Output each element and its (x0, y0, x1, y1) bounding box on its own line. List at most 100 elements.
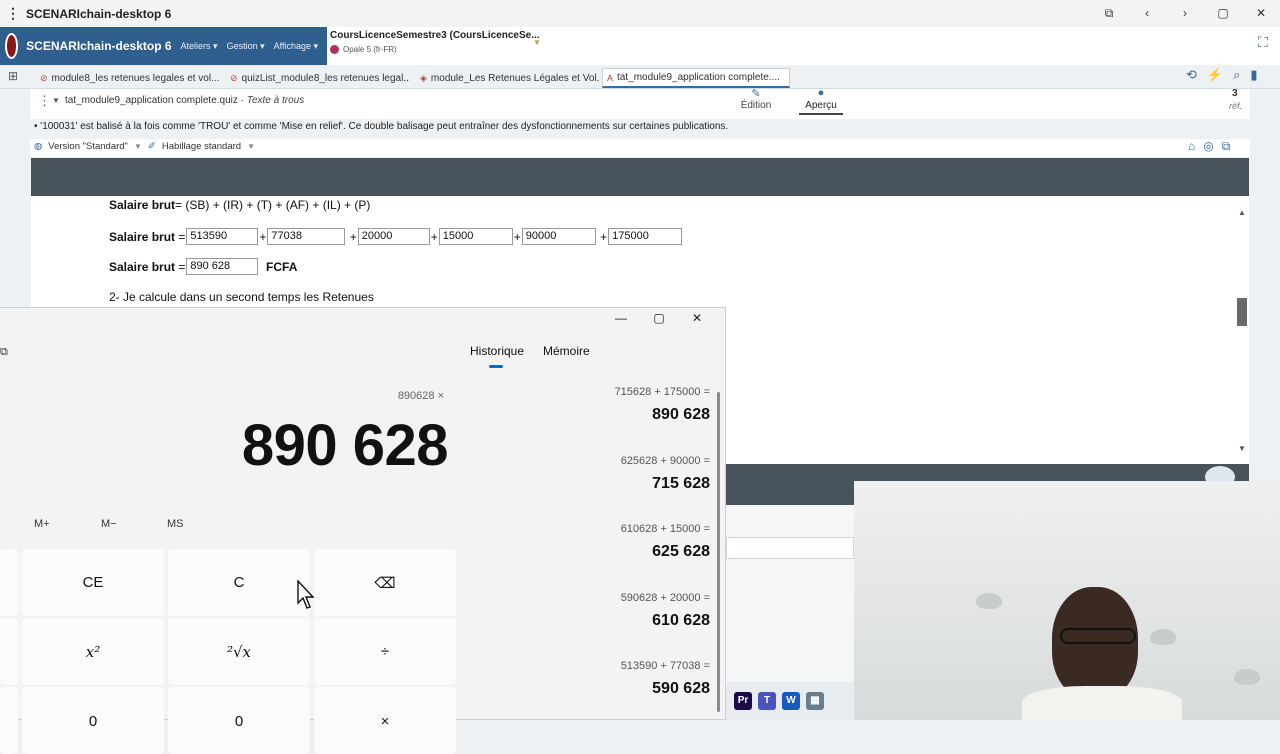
validation-warning: • '100031' est balisé à la fois comme 'T… (34, 121, 729, 132)
calculator-controls: — ▢ ✕ (612, 311, 706, 325)
edit-mode-button[interactable]: ✎ Édition (739, 87, 773, 111)
preview-mode-button[interactable]: ● Aperçu (799, 87, 843, 115)
menu-gestion[interactable]: Gestion ▾ (227, 41, 265, 52)
history-item[interactable]: 590628 + 20000 = 610 628 (560, 592, 710, 630)
key-seven[interactable] (0, 687, 18, 754)
memory-add-button[interactable]: M+ (34, 518, 50, 530)
keep-on-top-icon[interactable]: ⧉ (0, 346, 8, 359)
menu-affichage[interactable]: Affichage ▾ (274, 41, 318, 52)
window-title: SCENARIchain-desktop 6 (26, 6, 172, 21)
premiere-icon[interactable]: Pr (734, 692, 752, 710)
reference-count[interactable]: 3 (1232, 88, 1238, 99)
step-text: 2- Je calcule dans un second temps les R… (109, 290, 374, 304)
web-icon[interactable]: ◎ (1203, 139, 1213, 154)
search-icon[interactable]: ⌕ (1233, 67, 1240, 83)
presenter-glasses (1060, 628, 1136, 644)
maximize-icon[interactable]: ▢ (650, 311, 668, 325)
expand-icon[interactable]: ⛶ (1258, 34, 1268, 51)
history-item[interactable]: 610628 + 15000 = 625 628 (560, 523, 710, 561)
key-reciprocal[interactable] (0, 618, 18, 685)
gap-field[interactable]: 20000 (357, 228, 430, 245)
history-icon[interactable]: ⟲ (1186, 67, 1197, 83)
sidebar-icon[interactable]: ▮ (1250, 67, 1257, 83)
history-scrollbar[interactable] (717, 392, 720, 712)
ceiling-lamp (976, 593, 1002, 609)
skin-select[interactable]: Habillage standard (162, 141, 241, 152)
back-icon[interactable]: ‹ (1128, 0, 1166, 27)
restore-icon[interactable]: ⧉ (1090, 0, 1128, 27)
key-clear-entry[interactable]: CE (22, 549, 164, 616)
close-icon[interactable]: ✕ (1242, 0, 1280, 27)
memory-store-button[interactable]: MS (167, 518, 184, 530)
key-clear[interactable]: C (168, 549, 310, 616)
tree-icon[interactable]: ⊞ (8, 69, 18, 83)
chevron-down-icon[interactable]: ▼ (247, 142, 255, 151)
maximize-icon[interactable]: ▢ (1204, 0, 1242, 27)
doc-type: Texte à trous (246, 95, 305, 106)
lightning-icon[interactable]: ⚡ (1207, 67, 1223, 83)
memory-subtract-button[interactable]: M− (101, 518, 117, 530)
word-icon[interactable]: W (782, 692, 800, 710)
tab-module8[interactable]: ⊘ module8_les retenues legales et vol... (36, 68, 220, 88)
menu-ateliers[interactable]: Ateliers ▾ (181, 41, 218, 52)
key-square[interactable]: x² (22, 618, 164, 685)
key-divide[interactable]: ÷ (314, 618, 456, 685)
brush-icon: ✐ (147, 141, 156, 152)
tab-history[interactable]: Historique (470, 344, 524, 358)
key-square-root[interactable]: ²√x (168, 618, 310, 685)
salary-fields-line: Salaire brut = 513590 + 77038 + 20000 + 15… (109, 228, 683, 245)
chevron-down-icon[interactable]: ▼ (52, 96, 60, 105)
scroll-thumb[interactable] (1237, 298, 1247, 326)
preview-scrollbar[interactable]: ▲ ▼ (1236, 208, 1248, 456)
gap-field[interactable]: 513590 (186, 228, 259, 245)
home-icon[interactable]: ⌂ (1188, 139, 1195, 154)
workshop-title[interactable]: CoursLicenceSemestre3 (CoursLicenceSe... (330, 30, 540, 41)
globe-icon: ◍ (34, 141, 43, 152)
preview-tools: ⌂ ◎ ⧉ (1188, 139, 1230, 154)
key-digit[interactable]: 0 (168, 687, 310, 754)
scroll-down-icon[interactable]: ▼ (1238, 444, 1246, 453)
gap-field[interactable]: 890 628 (186, 258, 259, 275)
history-item[interactable]: 513590 + 77038 = 590 628 (560, 660, 710, 698)
gap-field[interactable]: 77038 (267, 228, 346, 245)
key-multiply[interactable]: × (314, 687, 456, 754)
history-result: 590 628 (652, 680, 710, 697)
workshop-model: Opale 5 (fr-FR) (330, 45, 397, 54)
history-item[interactable]: 715628 + 175000 = 890 628 (560, 386, 710, 424)
preview-mode-label: Aperçu (805, 100, 837, 111)
teams-icon[interactable]: T (758, 692, 776, 710)
tab-label: module_Les Retenues Légales et Vol... (430, 72, 600, 84)
version-select[interactable]: Version "Standard" (48, 141, 128, 152)
key-backspace[interactable]: ⌫ (314, 549, 456, 616)
tab-quizlist[interactable]: ⊘ quizList_module8_les retenues legal... (226, 68, 410, 88)
pencil-icon: ✎ (751, 88, 761, 100)
history-result: 625 628 (652, 543, 710, 560)
tab-module9-active[interactable]: A tat_module9_application complete.... (602, 68, 790, 88)
chevron-down-icon[interactable]: ▼ (134, 142, 142, 151)
history-item[interactable]: 625628 + 90000 = 715 628 (560, 455, 710, 493)
calculator-icon[interactable]: ▦ (806, 692, 824, 710)
scroll-up-icon[interactable]: ▲ (1238, 208, 1246, 217)
tab-memory[interactable]: Mémoire (543, 344, 590, 358)
doc-menu-icon[interactable]: ⋮ (38, 93, 51, 109)
gap-field[interactable]: 175000 (608, 228, 683, 245)
forward-icon[interactable]: › (1166, 0, 1204, 27)
version-selectors: ◍ Version "Standard" ▼ ✐ Habillage stand… (34, 141, 255, 152)
minimize-icon[interactable]: — (612, 311, 630, 325)
taskbar: Pr T W ▦ (726, 682, 854, 720)
gap-field[interactable]: 15000 (438, 228, 513, 245)
close-icon[interactable]: ✕ (688, 311, 706, 325)
tab-label: tat_module9_application complete.... (617, 72, 780, 83)
key-digit[interactable]: 0 (22, 687, 164, 754)
key-percent[interactable] (0, 549, 18, 616)
panel-field[interactable] (726, 537, 854, 559)
history-expression: 715628 + 175000 = (614, 386, 710, 398)
scenari-logo-icon (5, 33, 19, 59)
tab-module-retenues[interactable]: ◈ module_Les Retenues Légales et Vol... (416, 68, 600, 88)
brand-bar: SCENARIchain-desktop 6 Ateliers ▾ Gestio… (0, 27, 327, 65)
kebab-menu-icon[interactable]: ⋮ (0, 5, 26, 22)
opale-icon (330, 45, 339, 54)
copy-icon[interactable]: ⧉ (1222, 139, 1231, 154)
chevron-down-icon[interactable]: ▼ (533, 38, 541, 47)
gap-field[interactable]: 90000 (521, 228, 596, 245)
